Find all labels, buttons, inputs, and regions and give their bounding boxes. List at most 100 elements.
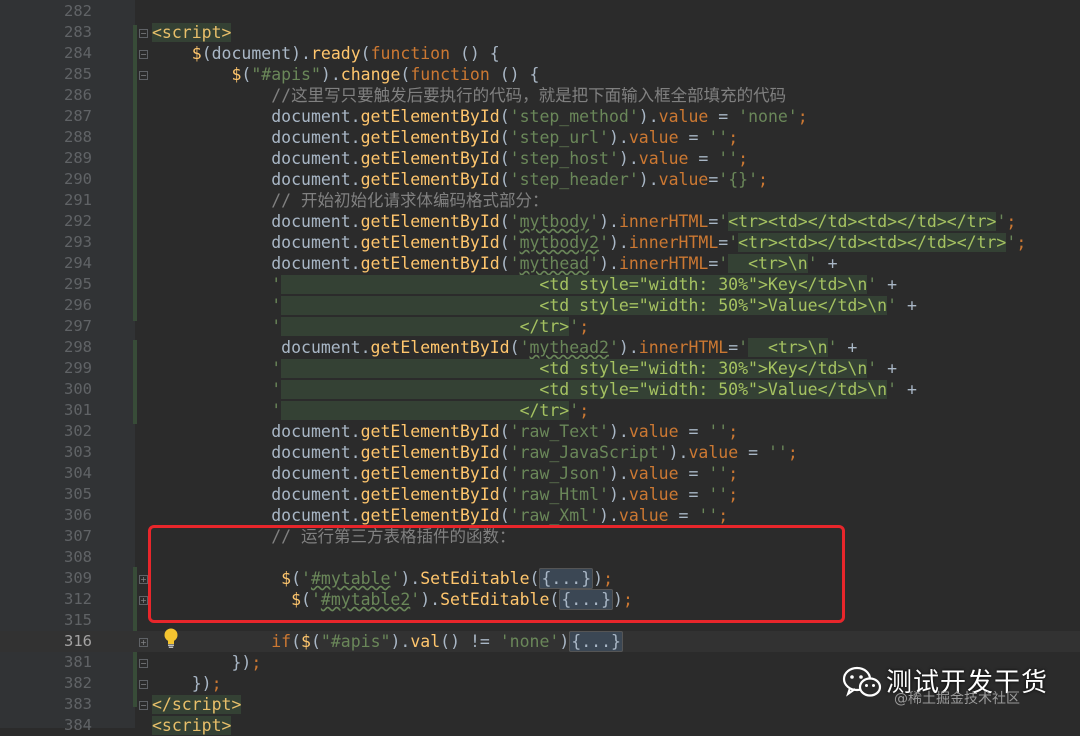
fold-icon[interactable]: − (139, 71, 148, 80)
code-text[interactable]: <script> (152, 22, 232, 43)
line-number: 301 (64, 401, 92, 419)
code-line[interactable]: 287 document.getElementById('step_method… (0, 106, 1080, 127)
code-text[interactable]: document.getElementById('raw_JavaScript'… (152, 442, 798, 463)
code-line[interactable]: 286 //这里写只要触发后要执行的代码，就是把下面输入框全部填充的代码 (0, 85, 1080, 106)
code-text[interactable]: document.getElementById('step_method').v… (152, 106, 807, 127)
code-line[interactable]: 289 document.getElementById('step_host')… (0, 148, 1080, 169)
code-line[interactable]: 288 document.getElementById('step_url').… (0, 127, 1080, 148)
code-text[interactable]: document.getElementById('mytbody').inner… (152, 211, 1016, 232)
code-text[interactable]: document.getElementById('step_host').val… (152, 148, 748, 169)
code-line[interactable]: 291 // 开始初始化请求体编码格式部分： (0, 190, 1080, 211)
line-number: 308 (64, 548, 92, 566)
highlight-box (148, 525, 845, 623)
fold-icon[interactable]: − (139, 659, 148, 668)
code-line[interactable]: 306 document.getElementById('raw_Xml').v… (0, 505, 1080, 526)
watermark-credit: @稀土掘金技术社区 (894, 691, 1020, 707)
code-line[interactable]: 282 (0, 1, 1080, 22)
line-number: 315 (64, 611, 92, 629)
line-number: 291 (64, 191, 92, 209)
code-text[interactable]: </script> (152, 694, 242, 715)
line-number: 283 (64, 23, 92, 41)
code-text[interactable]: document.getElementById('raw_Text').valu… (152, 421, 738, 442)
code-line[interactable]: 302 document.getElementById('raw_Text').… (0, 421, 1080, 442)
line-number: 307 (64, 527, 92, 545)
code-line[interactable]: 285 $("#apis").change(function () { (0, 64, 1080, 85)
line-number: 290 (64, 170, 92, 188)
fold-icon[interactable]: + (139, 638, 148, 647)
code-text[interactable]: // 开始初始化请求体编码格式部分： (152, 190, 548, 211)
lightbulb-icon[interactable] (162, 627, 180, 649)
line-number: 303 (64, 443, 92, 461)
line-number: 296 (64, 296, 92, 314)
line-number: 297 (64, 317, 92, 335)
line-number: 309 (64, 569, 92, 587)
code-line[interactable]: 283 <script> (0, 22, 1080, 43)
line-number: 292 (64, 212, 92, 230)
code-text[interactable]: document.getElementById('raw_Xml').value… (152, 505, 728, 526)
line-number: 384 (64, 716, 92, 734)
code-text[interactable]: ' <td style="width: 50%">Value</td>\n' + (152, 295, 917, 316)
line-number: 293 (64, 233, 92, 251)
line-number: 312 (64, 590, 92, 608)
code-line[interactable]: 296 ' <td style="width: 50%">Value</td>\… (0, 295, 1080, 316)
code-text[interactable]: ' <td style="width: 30%">Key</td>\n' + (152, 274, 897, 295)
code-line[interactable]: 305 document.getElementById('raw_Html').… (0, 484, 1080, 505)
fold-icon[interactable]: − (139, 29, 148, 38)
line-number: 383 (64, 695, 92, 713)
code-line[interactable]: 293 document.getElementById('mytbody2').… (0, 232, 1080, 253)
fold-icon[interactable]: − (139, 680, 148, 689)
line-number: 382 (64, 674, 92, 692)
code-line[interactable]: 294 document.getElementById('mythead').i… (0, 253, 1080, 274)
line-number: 288 (64, 128, 92, 146)
line-number: 284 (64, 44, 92, 62)
code-text[interactable]: document.getElementById('mythead2').inne… (152, 337, 857, 358)
line-number: 287 (64, 107, 92, 125)
fold-icon[interactable]: − (139, 50, 148, 59)
line-number: 282 (64, 2, 92, 20)
code-text[interactable]: ' </tr>'; (152, 316, 589, 337)
code-text[interactable]: //这里写只要触发后要执行的代码，就是把下面输入框全部填充的代码 (152, 85, 786, 106)
line-number: 316 (64, 632, 92, 650)
line-number: 285 (64, 65, 92, 83)
line-number: 305 (64, 485, 92, 503)
code-text[interactable]: ' <td style="width: 30%">Key</td>\n' + (152, 358, 897, 379)
line-number: 289 (64, 149, 92, 167)
line-number: 299 (64, 359, 92, 377)
code-text[interactable]: document.getElementById('step_header').v… (152, 169, 768, 190)
code-text[interactable]: }); (152, 652, 261, 673)
code-line[interactable]: 292 document.getElementById('mytbody').i… (0, 211, 1080, 232)
line-number: 302 (64, 422, 92, 440)
code-line[interactable]: 304 document.getElementById('raw_Json').… (0, 463, 1080, 484)
line-number: 298 (64, 338, 92, 356)
code-line[interactable]: 298 document.getElementById('mythead2').… (0, 337, 1080, 358)
code-text[interactable]: <script> (152, 715, 232, 736)
code-text[interactable]: document.getElementById('mythead').inner… (152, 253, 838, 274)
fold-icon[interactable]: + (139, 575, 148, 584)
code-text[interactable]: }); (152, 673, 222, 694)
code-text[interactable]: ' </tr>'; (152, 400, 589, 421)
code-line[interactable]: 301 ' </tr>'; (0, 400, 1080, 421)
code-line[interactable]: 300 ' <td style="width: 50%">Value</td>\… (0, 379, 1080, 400)
code-text[interactable]: document.getElementById('raw_Html').valu… (152, 484, 738, 505)
code-line[interactable]: 303 document.getElementById('raw_JavaScr… (0, 442, 1080, 463)
wechat-icon (842, 666, 882, 697)
code-line[interactable]: 299 ' <td style="width: 30%">Key</td>\n'… (0, 358, 1080, 379)
code-text[interactable]: if($("#apis").val() != 'none') {...} (152, 631, 623, 652)
code-line[interactable]: 295 ' <td style="width: 30%">Key</td>\n'… (0, 274, 1080, 295)
line-number: 306 (64, 506, 92, 524)
line-number: 300 (64, 380, 92, 398)
fold-icon[interactable]: + (139, 596, 148, 605)
code-text[interactable]: $("#apis").change(function () { (152, 64, 539, 85)
code-text[interactable]: document.getElementById('raw_Json').valu… (152, 463, 738, 484)
code-text[interactable]: $(document).ready(function () { (152, 43, 500, 64)
code-line[interactable]: 297 ' </tr>'; (0, 316, 1080, 337)
code-text[interactable]: document.getElementById('mytbody2').inne… (152, 232, 1026, 253)
line-number: 381 (64, 653, 92, 671)
fold-icon[interactable]: − (139, 701, 148, 710)
watermark: 测试开发干货 @稀土掘金技术社区 (842, 656, 1072, 722)
code-text[interactable]: document.getElementById('step_url').valu… (152, 127, 738, 148)
code-line[interactable]: 290 document.getElementById('step_header… (0, 169, 1080, 190)
line-number: 294 (64, 254, 92, 272)
code-line[interactable]: 284 $(document).ready(function () { (0, 43, 1080, 64)
code-text[interactable]: ' <td style="width: 50%">Value</td>\n' + (152, 379, 917, 400)
